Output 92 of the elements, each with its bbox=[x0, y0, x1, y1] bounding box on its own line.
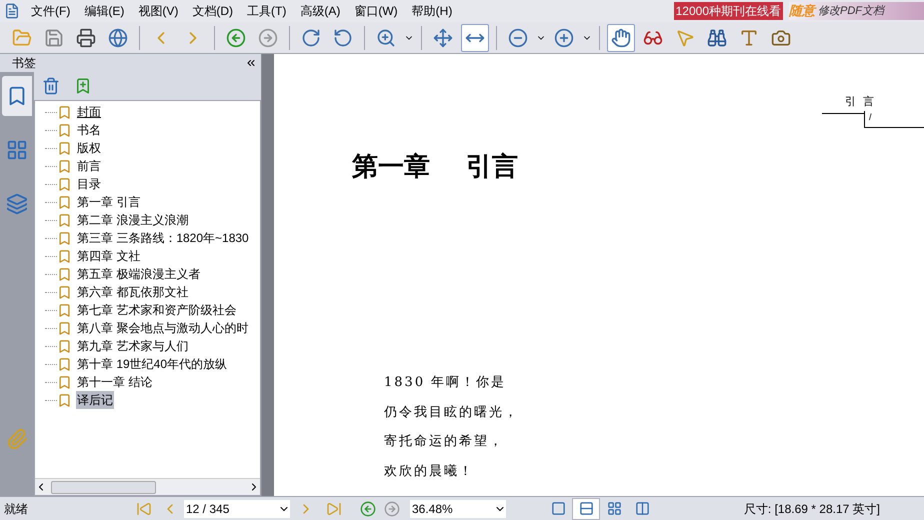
menu-item[interactable]: 文档(D) bbox=[185, 2, 240, 20]
layers-icon bbox=[6, 193, 28, 215]
bookmark-item[interactable]: 第二章 浪漫主义浪潮 bbox=[76, 211, 190, 229]
single-page-icon bbox=[550, 501, 566, 516]
sidebar-tab[interactable] bbox=[2, 76, 32, 116]
continuous-page-icon bbox=[578, 501, 594, 516]
bookmark-item[interactable]: 第八章 聚会地点与激动人心的时 bbox=[76, 319, 250, 337]
bookmark-icon bbox=[57, 284, 72, 300]
bookmark-icon bbox=[57, 140, 72, 156]
bookmark-icon bbox=[57, 374, 72, 390]
bookmark-item[interactable]: 第六章 都瓦依那文社 bbox=[76, 283, 190, 301]
view-mode-button[interactable] bbox=[572, 498, 600, 520]
bookmark-icon bbox=[57, 356, 72, 372]
bookmark-item[interactable]: 第十一章 结论 bbox=[76, 373, 154, 391]
text-tool-icon bbox=[739, 28, 759, 48]
bookmark-item[interactable]: 版权 bbox=[76, 139, 102, 157]
rotate-left-icon bbox=[333, 28, 353, 48]
menu-item[interactable]: 文件(F) bbox=[24, 2, 78, 20]
collapse-icon[interactable] bbox=[245, 57, 257, 69]
bookmark-icon bbox=[57, 248, 72, 264]
hand-icon bbox=[611, 28, 631, 48]
chapter-title: 第一章 引言 bbox=[352, 151, 520, 184]
menu-item[interactable]: 编辑(E) bbox=[77, 2, 132, 20]
status-text: 就绪 bbox=[3, 500, 29, 518]
facing-pages-icon bbox=[634, 501, 650, 516]
bookmark-item[interactable]: 封面 bbox=[76, 103, 102, 121]
bookmark-icon bbox=[57, 302, 72, 318]
ad-brand: 随意 bbox=[789, 2, 815, 20]
menu-item[interactable]: 工具(T) bbox=[240, 2, 294, 20]
page-number: / bbox=[869, 112, 872, 122]
promo-banner[interactable]: 12000种期刊在线看 bbox=[674, 2, 783, 20]
menu-item[interactable]: 窗口(W) bbox=[347, 2, 405, 20]
thumbnails-icon bbox=[6, 139, 28, 161]
bookmark-icon bbox=[57, 194, 72, 210]
save-icon bbox=[44, 28, 64, 48]
rotate-right-icon bbox=[301, 28, 321, 48]
grid-view-icon bbox=[606, 501, 622, 516]
bookmark-icon bbox=[57, 392, 72, 408]
back-icon bbox=[226, 28, 246, 48]
bookmark-item[interactable]: 第三章 三条路线：1820年~1830 bbox=[76, 229, 250, 247]
bookmark-icon bbox=[57, 212, 72, 228]
zoom-in-icon bbox=[376, 28, 396, 48]
toolbar-button[interactable] bbox=[607, 24, 635, 52]
poem-line: 1830 年啊！你是 bbox=[384, 374, 508, 392]
bookmark-item[interactable]: 译后记 bbox=[76, 391, 114, 409]
bookmark-icon bbox=[57, 266, 72, 282]
bookmark-item[interactable]: 书名 bbox=[76, 121, 102, 139]
back-icon[interactable] bbox=[360, 500, 376, 516]
bookmark-icon bbox=[57, 104, 72, 120]
bookmark-icon bbox=[57, 158, 72, 174]
panel-title: 书签 bbox=[12, 55, 36, 72]
zoom-field[interactable]: 36.48% bbox=[410, 500, 506, 518]
horizontal-scrollbar[interactable] bbox=[35, 478, 260, 495]
poem-line: 仍令我目眩的曙光， bbox=[384, 404, 520, 422]
page-size-text: 尺寸: [18.69 * 28.17 英寸] bbox=[744, 500, 881, 518]
add-bookmark-icon[interactable] bbox=[74, 77, 92, 95]
bookmark-icon bbox=[57, 338, 72, 354]
zoom-out-icon bbox=[508, 28, 528, 48]
bookmark-icon bbox=[57, 320, 72, 336]
printer-icon bbox=[76, 28, 96, 48]
bookmark-item[interactable]: 前言 bbox=[76, 157, 102, 175]
ad-banner[interactable]: 随意 修改PDF文档 bbox=[789, 2, 924, 20]
menu-item[interactable]: 帮助(H) bbox=[404, 2, 460, 20]
page-field[interactable]: 12 / 345 bbox=[184, 500, 290, 518]
fit-page-icon bbox=[433, 28, 453, 48]
running-head: 引 言 bbox=[845, 94, 874, 110]
globe-icon bbox=[108, 28, 128, 48]
zoom-in-icon bbox=[554, 28, 574, 48]
toolbar-button[interactable] bbox=[461, 24, 489, 52]
ad-slogan: 修改PDF文档 bbox=[818, 4, 884, 19]
app-logo-icon bbox=[4, 3, 20, 19]
bookmark-icon bbox=[57, 176, 72, 192]
menu-item[interactable]: 视图(V) bbox=[131, 2, 186, 20]
bookmark-item[interactable]: 第五章 极端浪漫主义者 bbox=[76, 265, 202, 283]
bookmark-item[interactable]: 第一章 引言 bbox=[76, 193, 142, 211]
bookmark-item[interactable]: 第十章 19世纪40年代的放纵 bbox=[76, 355, 228, 373]
camera-icon bbox=[771, 28, 791, 48]
trash-icon[interactable] bbox=[42, 77, 60, 95]
poem-line: 欢欣的晨曦！ bbox=[384, 462, 475, 480]
bookmark-icon bbox=[57, 230, 72, 246]
menu-item[interactable]: 高级(A) bbox=[293, 2, 348, 20]
forward-icon[interactable] bbox=[384, 500, 400, 516]
binoculars-icon bbox=[707, 28, 727, 48]
poem-line: 寄托命运的希望， bbox=[384, 433, 505, 451]
bookmark-item[interactable]: 第七章 艺术家和资产阶级社会 bbox=[76, 301, 238, 319]
forward-icon bbox=[258, 28, 278, 48]
pointer-icon bbox=[675, 28, 695, 48]
bookmark-item[interactable]: 第九章 艺术家与人们 bbox=[76, 337, 190, 355]
bookmark-item[interactable]: 目录 bbox=[76, 175, 102, 193]
folder-icon bbox=[12, 28, 32, 48]
bookmark-item[interactable]: 第四章 文社 bbox=[76, 247, 142, 265]
bookmark-icon bbox=[57, 122, 72, 138]
